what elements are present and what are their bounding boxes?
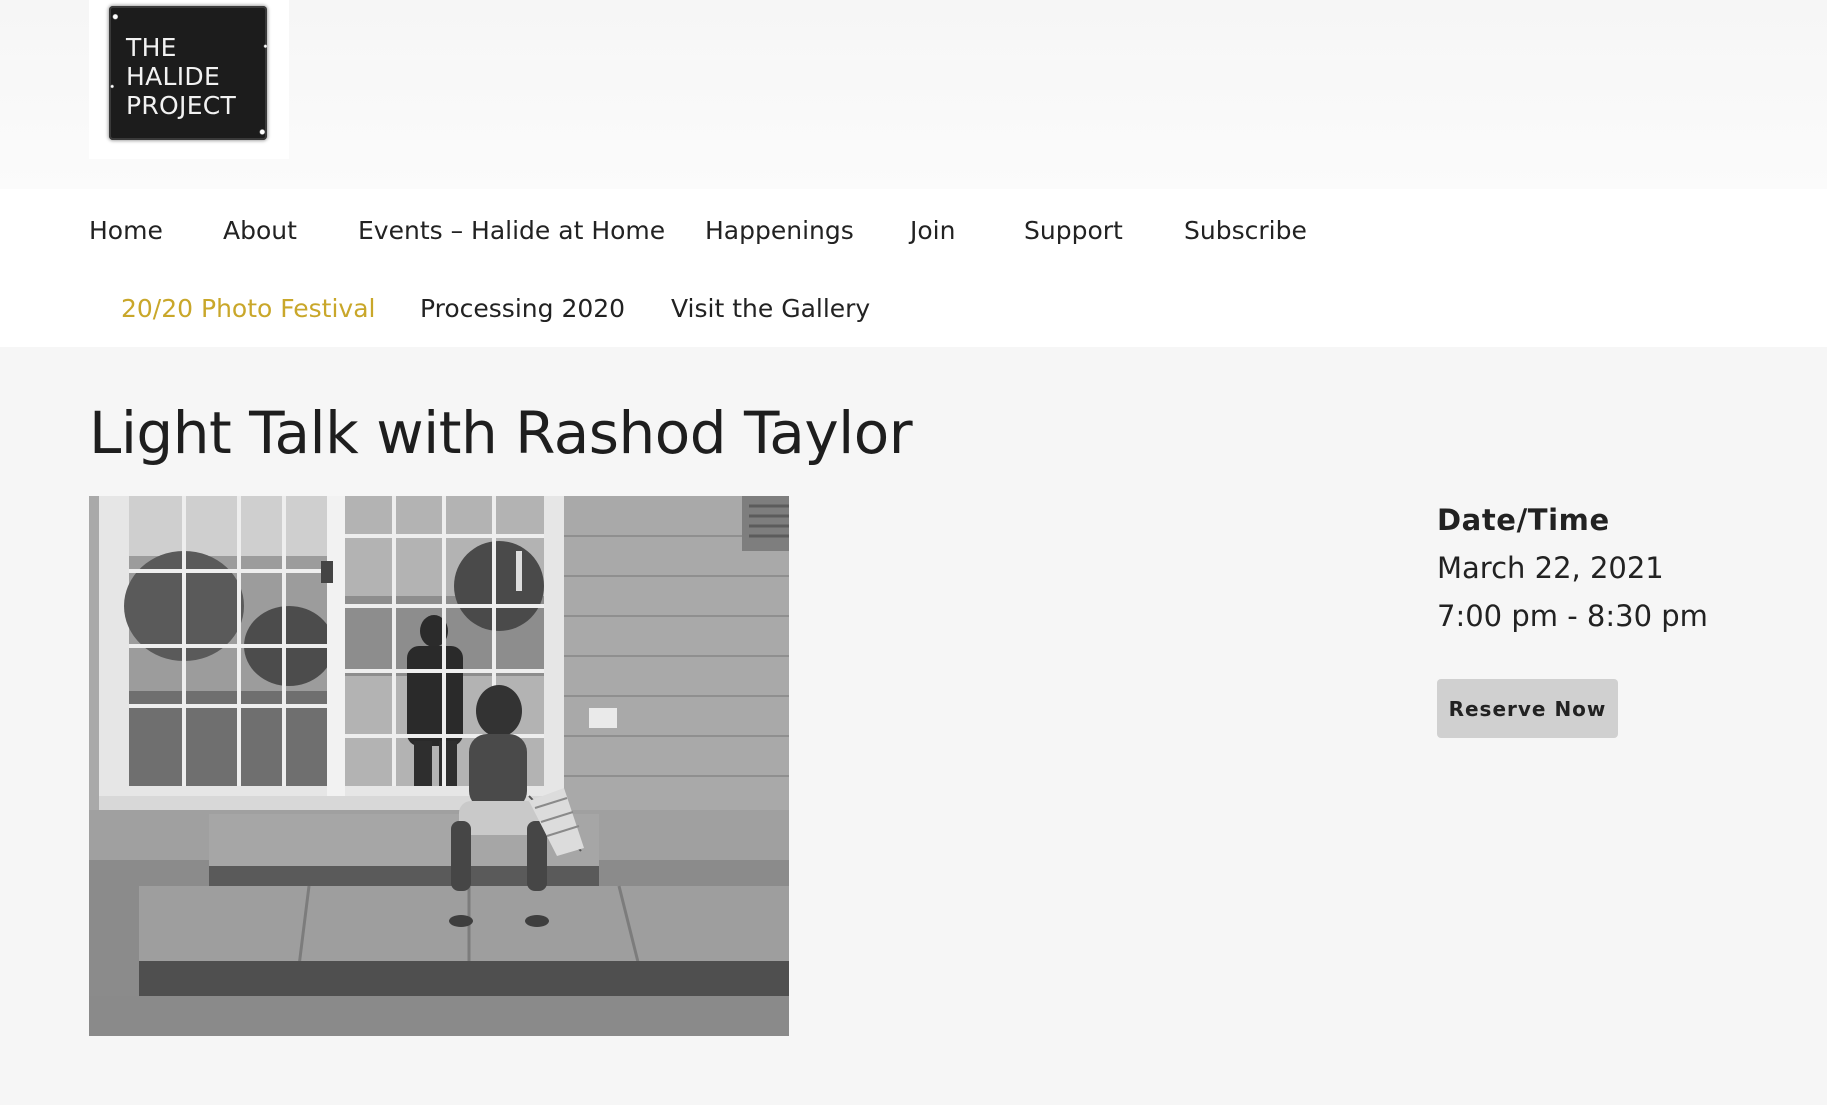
site-header: THE HALIDE PROJECT (0, 0, 1827, 189)
nav-item-events[interactable]: Events – Halide at Home (358, 216, 665, 246)
nav-item-photo-festival[interactable]: 20/20 Photo Festival (121, 294, 375, 324)
nav-item-processing-2020[interactable]: Processing 2020 (420, 294, 625, 324)
nav-item-home[interactable]: Home (89, 216, 163, 246)
nav-item-join[interactable]: Join (910, 216, 955, 246)
logo-text-line-2: HALIDE (126, 62, 221, 91)
halide-project-logo-mark: THE HALIDE PROJECT (109, 6, 267, 140)
page-title: Light Talk with Rashod Taylor (89, 399, 913, 467)
nav-item-visit-gallery[interactable]: Visit the Gallery (671, 294, 870, 324)
nav-item-support[interactable]: Support (1024, 216, 1123, 246)
photo-image (89, 496, 789, 1036)
event-time: 7:00 pm - 8:30 pm (1437, 599, 1708, 633)
logo-text-line-3: PROJECT (126, 91, 237, 120)
nav-item-happenings[interactable]: Happenings (705, 216, 854, 246)
datetime-label: Date/Time (1437, 503, 1610, 537)
reserve-now-button[interactable]: Reserve Now (1437, 679, 1618, 738)
logo-text-line-1: THE (126, 33, 177, 62)
event-date: March 22, 2021 (1437, 551, 1664, 585)
main-navigation: Home About Events – Halide at Home Happe… (0, 189, 1827, 347)
nav-item-subscribe[interactable]: Subscribe (1184, 216, 1307, 246)
site-logo[interactable]: THE HALIDE PROJECT (89, 0, 289, 159)
nav-item-about[interactable]: About (223, 216, 297, 246)
event-photo (89, 496, 789, 1036)
